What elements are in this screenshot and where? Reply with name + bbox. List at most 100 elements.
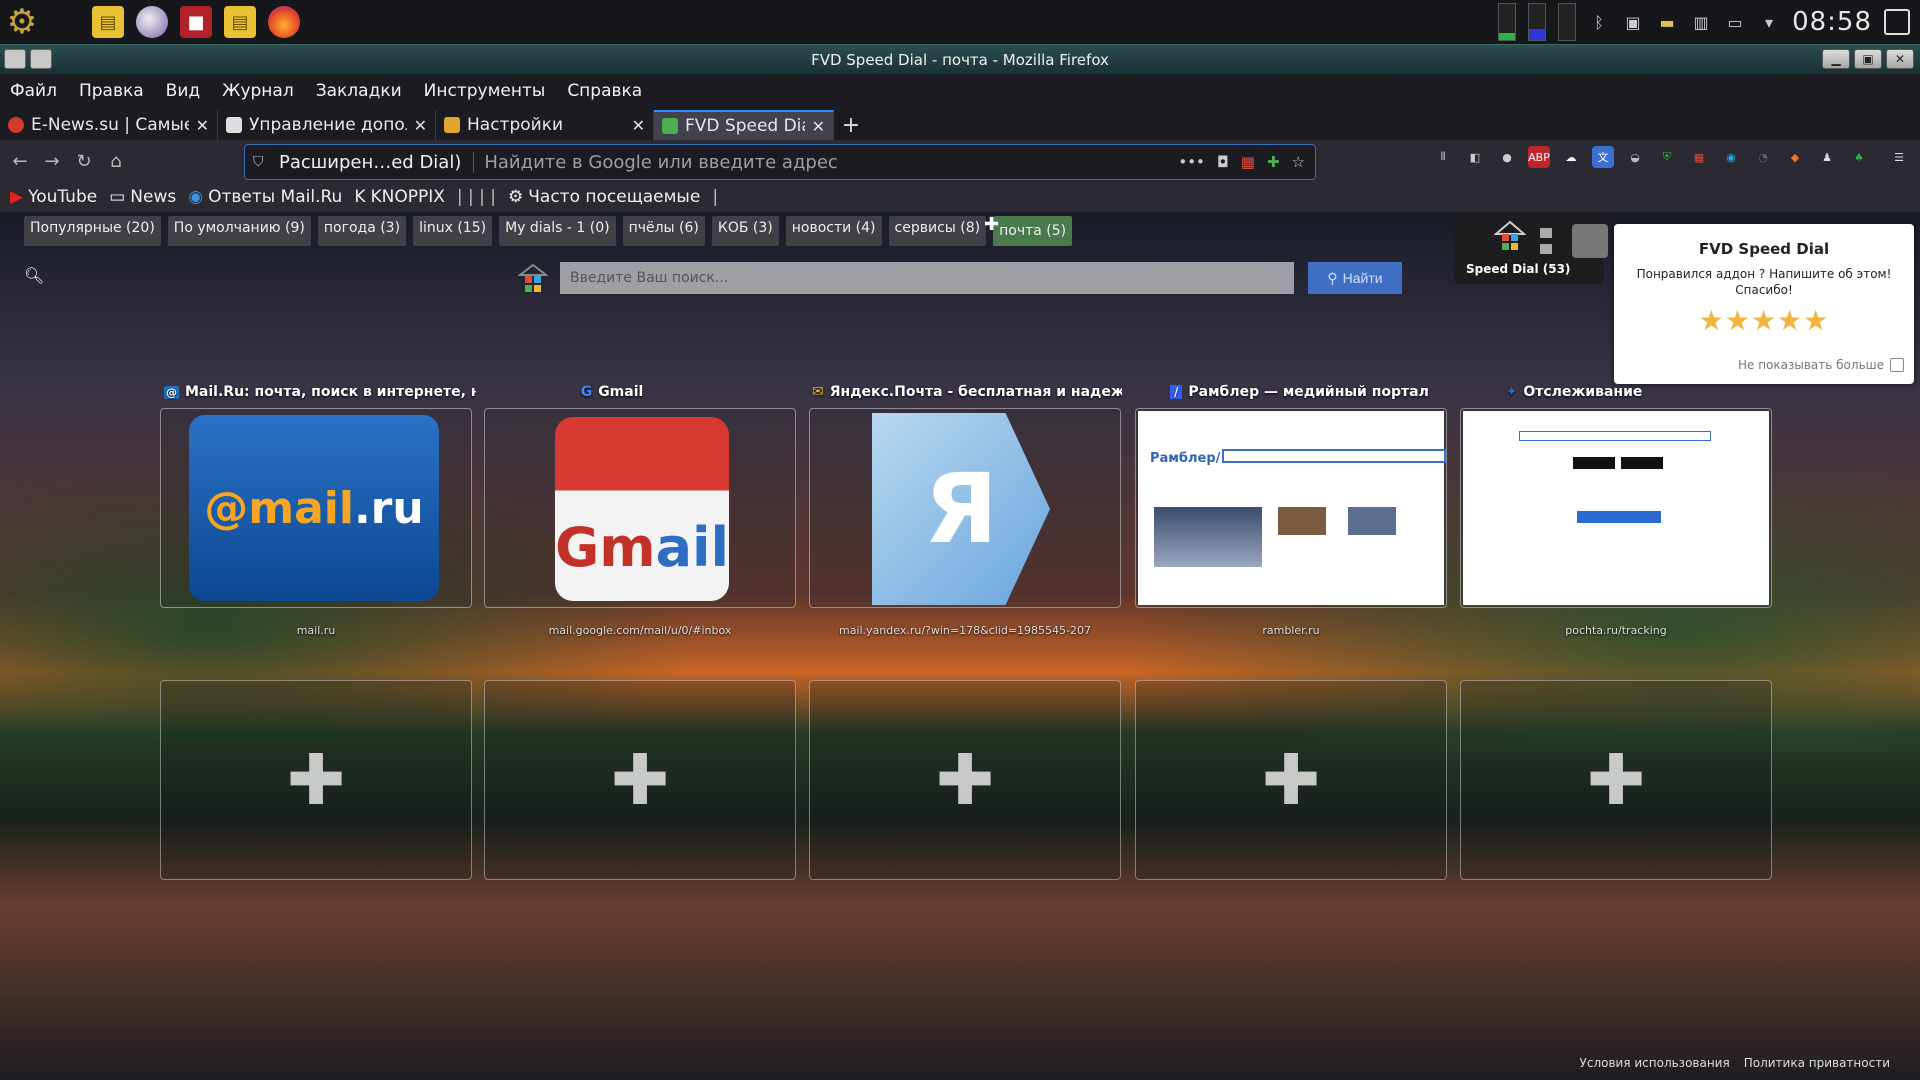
- group-popular[interactable]: Популярные (20): [24, 216, 161, 246]
- terms-link[interactable]: Условия использования: [1580, 1056, 1730, 1070]
- menu-bookmarks[interactable]: Закладки: [316, 81, 402, 101]
- view-toggle-icon[interactable]: [1540, 228, 1552, 238]
- close-icon[interactable]: ✕: [632, 116, 645, 135]
- display-icon[interactable]: ▭: [1724, 11, 1746, 33]
- dial-title-rambler[interactable]: / Рамблер — медийный портал: [1170, 384, 1430, 400]
- folder-icon[interactable]: ▬: [1656, 11, 1678, 33]
- add-dial-button[interactable]: ✚: [1460, 680, 1772, 880]
- menu-tools[interactable]: Инструменты: [424, 81, 546, 101]
- tab-settings[interactable]: Настройки ✕: [436, 110, 654, 140]
- shield-icon[interactable]: ⛉: [253, 154, 273, 170]
- bookmark-otvety[interactable]: ◉ Ответы Mail.Ru: [188, 187, 342, 207]
- speed-dial-icon[interactable]: ▦: [1688, 146, 1710, 168]
- blue-circle-icon[interactable]: ◉: [1720, 146, 1742, 168]
- back-icon[interactable]: ←: [4, 145, 36, 177]
- group-default[interactable]: По умолчанию (9): [167, 216, 311, 246]
- group-kob[interactable]: КОБ (3): [711, 216, 779, 246]
- rating-stars[interactable]: ★★★★★: [1614, 304, 1914, 337]
- person-icon[interactable]: ♟: [1816, 146, 1838, 168]
- evernote-icon[interactable]: ♠: [1848, 146, 1870, 168]
- more-icon[interactable]: •••: [1178, 153, 1205, 171]
- ghost-icon[interactable]: ◔: [1752, 146, 1774, 168]
- dial-rambler[interactable]: Рамблер/: [1135, 408, 1447, 608]
- dial-mailru[interactable]: @mail .ru: [160, 408, 472, 608]
- hamburger-menu-icon[interactable]: ☰: [1888, 146, 1910, 168]
- group-services[interactable]: сервисы (8): [888, 216, 987, 246]
- close-icon[interactable]: ✕: [812, 117, 825, 136]
- library-icon[interactable]: ⫴: [1432, 146, 1454, 168]
- menu-edit[interactable]: Правка: [79, 81, 144, 101]
- home-icon[interactable]: ⌂: [100, 145, 132, 177]
- dial-title-yandex[interactable]: ✉ Яндекс.Почта - бесплатная и надежн...: [812, 384, 1122, 400]
- notes-icon[interactable]: ▤: [92, 6, 124, 38]
- tab-addons[interactable]: Управление допол ✕: [218, 110, 436, 140]
- fox-icon[interactable]: ◆: [1784, 146, 1806, 168]
- dont-show-again[interactable]: Не показывать больше: [1738, 358, 1904, 372]
- view-toggle-icon[interactable]: [1540, 244, 1552, 254]
- dial-title-mailru[interactable]: @ Mail.Ru: почта, поиск в интернете, н..…: [164, 384, 476, 400]
- minimize-button[interactable]: ▁: [1822, 49, 1850, 69]
- adblock-icon[interactable]: ABP: [1528, 146, 1550, 168]
- dial-title-pochta[interactable]: ✦ Отслеживание: [1446, 384, 1702, 400]
- bookmark-knoppix[interactable]: K KNOPPIX: [354, 187, 445, 207]
- gear-icon[interactable]: ⚙: [6, 2, 38, 42]
- window-menu-icon[interactable]: [4, 49, 26, 69]
- group-bees[interactable]: пчёлы (6): [622, 216, 705, 246]
- dial-search-input[interactable]: [560, 262, 1294, 294]
- dial-title-gmail[interactable]: G Gmail: [484, 384, 740, 400]
- clipboard-icon[interactable]: ▥: [1690, 11, 1712, 33]
- bookmark-youtube[interactable]: ▶ YouTube: [10, 187, 97, 207]
- dont-show-checkbox[interactable]: [1890, 358, 1904, 372]
- screen-recorder-icon[interactable]: ■: [180, 6, 212, 38]
- show-desktop-button[interactable]: [1884, 9, 1910, 35]
- search-icon[interactable]: 🔍︎: [24, 266, 44, 285]
- chevron-down-icon[interactable]: ▾: [1758, 11, 1780, 33]
- reload-icon[interactable]: ↻: [68, 145, 100, 177]
- bookmark-most-visited[interactable]: ⚙ Часто посещаемые: [508, 187, 700, 207]
- close-button[interactable]: ✕: [1886, 49, 1914, 69]
- apps-icon[interactable]: [1572, 224, 1608, 258]
- dial-yandex[interactable]: Я: [809, 408, 1121, 608]
- group-mail[interactable]: почта (5): [993, 216, 1073, 246]
- menu-history[interactable]: Журнал: [222, 81, 294, 101]
- translate-icon[interactable]: 文: [1592, 146, 1614, 168]
- menu-file[interactable]: Файл: [10, 81, 57, 101]
- url-bar[interactable]: ⛉ Расширен…ed Dial) ••• ◘ ▦ ✚ ☆: [244, 144, 1316, 180]
- close-icon[interactable]: ✕: [414, 116, 427, 135]
- window-titlebar[interactable]: FVD Speed Dial - почта - Mozilla Firefox…: [0, 44, 1920, 74]
- shield-check-icon[interactable]: ⛨: [1656, 146, 1678, 168]
- puzzle-icon[interactable]: ✚: [1267, 153, 1280, 171]
- dial-pochta[interactable]: [1460, 408, 1772, 608]
- tab-speed-dial[interactable]: FVD Speed Dial - по ✕: [654, 110, 834, 140]
- url-input[interactable]: [484, 151, 1179, 173]
- tab-enews[interactable]: E-News.su | Самые ✕: [0, 110, 218, 140]
- bookmark-news[interactable]: ▭ News: [109, 187, 176, 207]
- star-icon[interactable]: ☆: [1292, 153, 1305, 171]
- dial-gmail[interactable]: Gm ail: [484, 408, 796, 608]
- cloud-icon[interactable]: ☁: [1560, 146, 1582, 168]
- network-icon[interactable]: ▣: [1622, 11, 1644, 33]
- add-dial-button[interactable]: ✚: [160, 680, 472, 880]
- menu-view[interactable]: Вид: [166, 81, 200, 101]
- orb-icon[interactable]: [136, 6, 168, 38]
- menu-help[interactable]: Справка: [567, 81, 642, 101]
- group-weather[interactable]: погода (3): [317, 216, 407, 246]
- close-icon[interactable]: ✕: [196, 116, 209, 135]
- account-icon[interactable]: ●: [1496, 146, 1518, 168]
- firefox-icon[interactable]: [268, 6, 300, 38]
- notes-icon[interactable]: ▤: [224, 6, 256, 38]
- group-linux[interactable]: linux (15): [413, 216, 493, 246]
- sidebar-icon[interactable]: ◧: [1464, 146, 1486, 168]
- bluetooth-icon[interactable]: ᛒ: [1588, 11, 1610, 33]
- clock[interactable]: 08:58: [1792, 7, 1872, 37]
- dial-search-button[interactable]: ⚲ Найти: [1308, 262, 1402, 294]
- add-dial-button[interactable]: ✚: [809, 680, 1121, 880]
- add-group-button[interactable]: ✚: [984, 214, 999, 235]
- forward-icon[interactable]: →: [36, 145, 68, 177]
- group-my-dials[interactable]: My dials - 1 (0): [499, 216, 616, 246]
- add-dial-button[interactable]: ✚: [1135, 680, 1447, 880]
- new-tab-button[interactable]: +: [834, 110, 868, 140]
- sticky-icon[interactable]: [30, 49, 52, 69]
- privacy-link[interactable]: Политика приватности: [1744, 1056, 1890, 1070]
- maximize-button[interactable]: ▣: [1854, 49, 1882, 69]
